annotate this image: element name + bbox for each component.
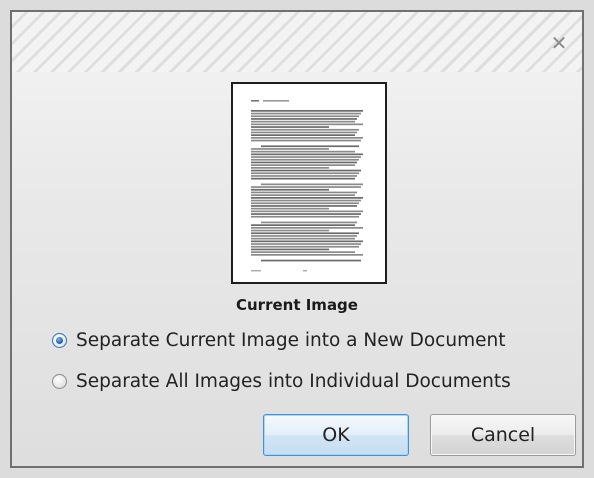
- thumbnail-text-line: [251, 213, 361, 215]
- thumbnail-text-line: [251, 158, 359, 161]
- radio-selected-dot: [56, 336, 63, 344]
- cancel-button[interactable]: Cancel: [430, 414, 576, 456]
- thumbnail-text-line: [251, 139, 361, 142]
- thumbnail-text-line: [251, 235, 357, 237]
- thumbnail-text-line: [251, 120, 355, 123]
- thumbnail-text-line: [251, 161, 357, 164]
- document-page-preview: [251, 100, 363, 272]
- thumbnail-text-line: [251, 175, 357, 177]
- thumbnail-text-line: [251, 148, 329, 150]
- thumbnail-text-line: [251, 131, 357, 134]
- current-image-thumbnail: [231, 82, 387, 284]
- separate-current-radio[interactable]: [52, 332, 67, 348]
- thumbnail-text-line: [251, 177, 355, 180]
- separate-current-option[interactable]: Separate Current Image into a New Docume…: [52, 328, 505, 352]
- thumbnail-text-line: [251, 128, 359, 131]
- thumbnail-text-line: [251, 123, 363, 126]
- thumbnail-text-line: [251, 100, 259, 102]
- separate-images-dialog: ✕ Current Image Separate Current Image i…: [10, 10, 584, 468]
- thumbnail-text-line: [251, 194, 355, 196]
- thumbnail-text-line: [251, 197, 363, 199]
- thumbnail-text-line: [251, 150, 355, 153]
- separate-all-radio[interactable]: [52, 373, 67, 389]
- thumbnail-text-line: [251, 254, 363, 256]
- thumbnail-text-line: [261, 145, 359, 148]
- thumbnail-text-line: [251, 169, 361, 172]
- thumbnail-text-line: [251, 210, 363, 213]
- thumbnail-text-line: [251, 232, 359, 235]
- thumbnail-text-line: [261, 183, 363, 186]
- thumbnail-text-line: [251, 243, 361, 245]
- thumbnail-text-line: [263, 100, 289, 102]
- ok-button[interactable]: OK: [263, 414, 409, 456]
- thumbnail-text-line: [261, 221, 357, 224]
- thumbnail-text-line: [251, 153, 363, 156]
- thumbnail-text-line: [251, 156, 361, 158]
- thumbnail-text-line: [251, 245, 359, 248]
- thumbnail-text-line: [251, 186, 361, 188]
- separate-all-option[interactable]: Separate All Images into Individual Docu…: [52, 369, 511, 393]
- thumbnail-text-line: [251, 227, 363, 229]
- separate-all-label: Separate All Images into Individual Docu…: [76, 370, 511, 392]
- thumbnail-text-line: [251, 188, 329, 191]
- thumbnail-text-line: [251, 240, 363, 243]
- thumbnail-text-line: [251, 118, 357, 120]
- thumbnail-text-line: [251, 112, 361, 115]
- thumbnail-text-line: [251, 207, 329, 210]
- thumbnail-text-line: [251, 270, 261, 272]
- thumbnail-text-line: [303, 270, 307, 272]
- thumbnail-text-line: [251, 248, 329, 251]
- thumbnail-text-line: [251, 134, 355, 136]
- thumbnail-text-line: [251, 237, 355, 240]
- thumbnail-text-line: [251, 215, 359, 218]
- close-icon[interactable]: ✕: [548, 32, 570, 54]
- thumbnail-text-line: [251, 137, 363, 139]
- thumbnail-text-line: [251, 191, 357, 194]
- thumbnail-text-line: [251, 164, 355, 166]
- thumbnail-text-line: [251, 229, 329, 232]
- thumbnail-text-line: [251, 202, 359, 205]
- thumbnail-caption: Current Image: [236, 296, 358, 314]
- thumbnail-text-line: [251, 115, 359, 118]
- thumbnail-text-line: [251, 251, 355, 253]
- dialog-titlebar: ✕: [12, 12, 582, 72]
- thumbnail-text-line: [261, 259, 361, 262]
- thumbnail-text-line: [251, 172, 359, 175]
- thumbnail-text-line: [251, 199, 361, 202]
- thumbnail-text-line: [251, 110, 363, 112]
- thumbnail-text-line: [251, 224, 355, 226]
- separate-current-label: Separate Current Image into a New Docume…: [76, 329, 506, 351]
- thumbnail-text-line: [251, 167, 329, 169]
- thumbnail-text-line: [251, 126, 329, 128]
- thumbnail-text-line: [251, 205, 357, 207]
